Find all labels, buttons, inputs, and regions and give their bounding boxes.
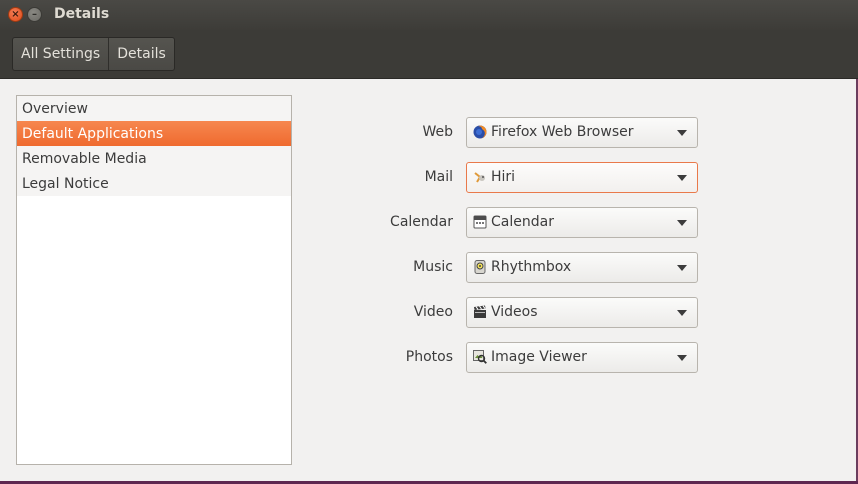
sidebar-item-legal-notice[interactable]: Legal Notice (17, 171, 291, 196)
window-titlebar: × – Details (0, 0, 858, 30)
content-area: Overview Default Applications Removable … (0, 79, 858, 481)
calendar-icon (473, 215, 487, 229)
default-app-row-mail: Mail Hiri (360, 161, 712, 193)
video-app-select[interactable]: Videos (466, 296, 698, 328)
sidebar: Overview Default Applications Removable … (16, 95, 292, 465)
window-title: Details (54, 6, 110, 22)
chevron-down-icon (677, 219, 687, 226)
chevron-down-icon (677, 174, 687, 181)
sidebar-item-label: Legal Notice (22, 175, 109, 192)
sidebar-item-label: Default Applications (22, 125, 164, 142)
chevron-down-icon (677, 264, 687, 271)
mail-app-value: Hiri (491, 169, 516, 185)
default-app-row-photos: Photos Image Viewer (360, 341, 712, 373)
mail-label: Mail (424, 169, 453, 185)
breadcrumb: All Settings Details (12, 37, 175, 71)
mail-app-select[interactable]: Hiri (466, 161, 698, 193)
breadcrumb-details[interactable]: Details (108, 38, 174, 70)
sidebar-item-removable-media[interactable]: Removable Media (17, 146, 291, 171)
default-app-row-music: Music Rhythmbox (360, 251, 712, 283)
web-app-select[interactable]: Firefox Web Browser (466, 116, 698, 148)
photos-app-value: Image Viewer (491, 349, 587, 365)
web-label: Web (422, 124, 453, 140)
chevron-down-icon (677, 129, 687, 136)
sidebar-item-label: Overview (22, 100, 88, 117)
calendar-app-select[interactable]: Calendar (466, 206, 698, 238)
music-label: Music (413, 259, 453, 275)
default-app-row-video: Video Videos (360, 296, 712, 328)
breadcrumb-all-settings[interactable]: All Settings (13, 38, 108, 70)
video-app-value: Videos (491, 304, 538, 320)
web-app-value: Firefox Web Browser (491, 124, 634, 140)
header-bar: All Settings Details (0, 30, 858, 79)
calendar-app-value: Calendar (491, 214, 554, 230)
minimize-window-button[interactable]: – (27, 7, 42, 22)
videos-icon (473, 305, 487, 319)
sidebar-item-default-applications[interactable]: Default Applications (17, 121, 291, 146)
minimize-icon: – (32, 8, 37, 20)
video-label: Video (413, 304, 453, 320)
sidebar-item-overview[interactable]: Overview (17, 96, 291, 121)
firefox-icon (473, 125, 487, 139)
default-app-row-web: Web Firefox Web Browser (360, 116, 712, 148)
image-viewer-icon (473, 350, 487, 364)
chevron-down-icon (677, 354, 687, 361)
chevron-down-icon (677, 309, 687, 316)
close-icon: × (11, 8, 20, 20)
photos-app-select[interactable]: Image Viewer (466, 341, 698, 373)
calendar-label: Calendar (390, 214, 453, 230)
music-app-value: Rhythmbox (491, 259, 572, 275)
hiri-icon (473, 170, 487, 184)
close-window-button[interactable]: × (8, 7, 23, 22)
photos-label: Photos (405, 349, 453, 365)
default-app-row-calendar: Calendar Calendar (360, 206, 712, 238)
rhythmbox-icon (473, 260, 487, 274)
music-app-select[interactable]: Rhythmbox (466, 251, 698, 283)
sidebar-item-label: Removable Media (22, 150, 147, 167)
